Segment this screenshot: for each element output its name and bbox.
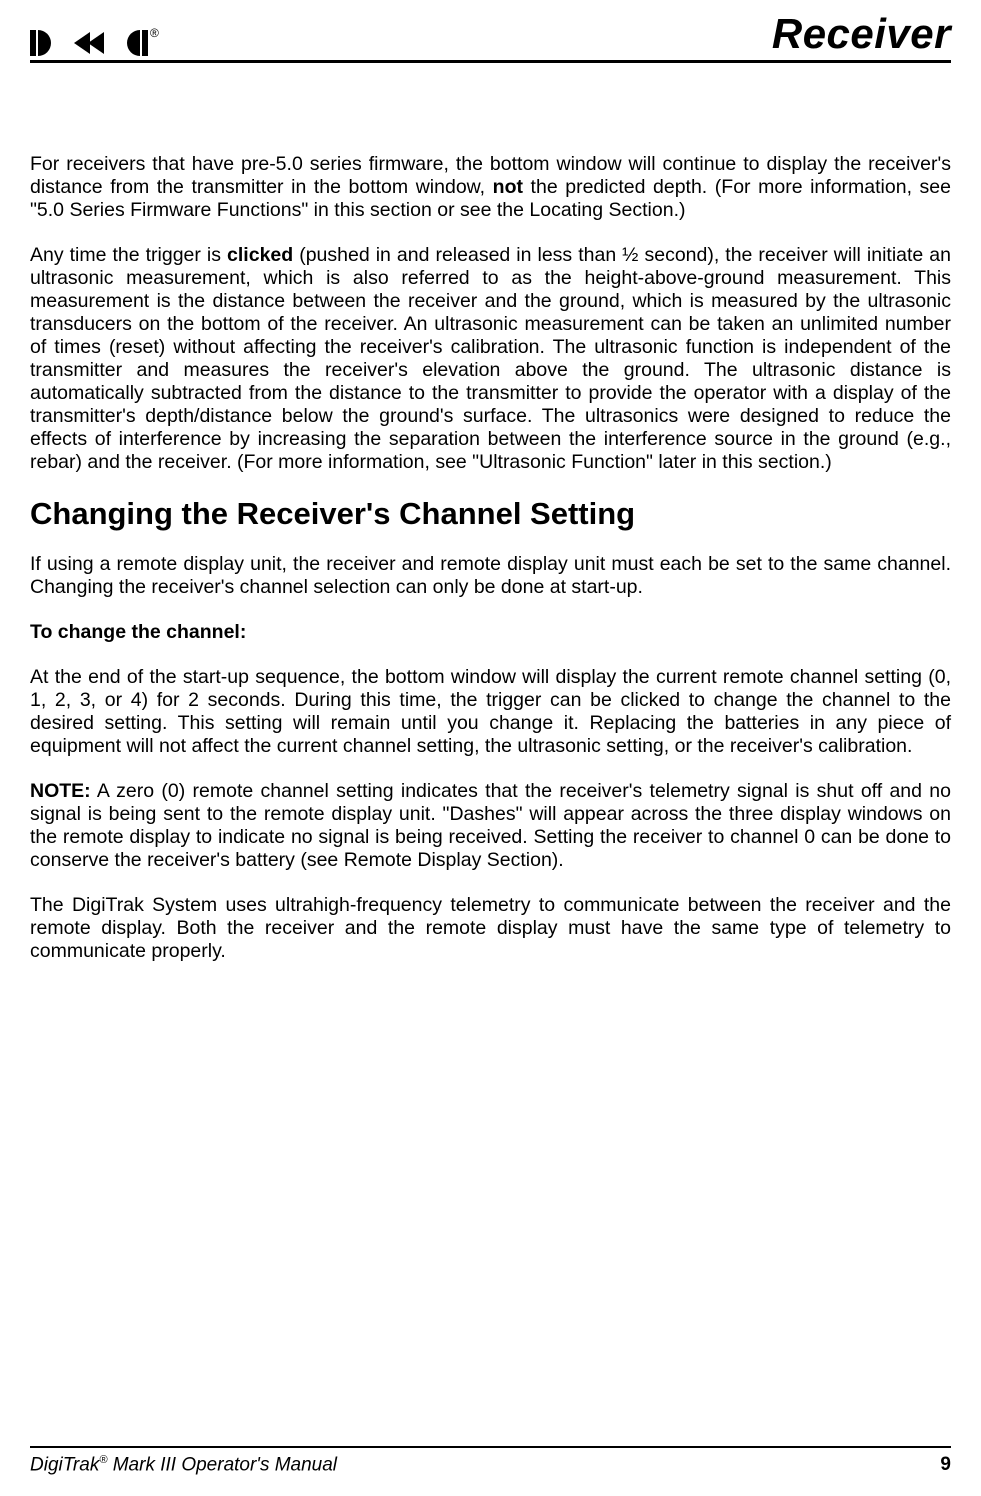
- text-bold-clicked: clicked: [227, 244, 293, 266]
- dci-logo-icon: [30, 28, 148, 58]
- paragraph-firmware: For receivers that have pre-5.0 series f…: [30, 153, 951, 222]
- footer-left: DigiTrak® Mark III Operator's Manual: [30, 1454, 337, 1476]
- footer-product: DigiTrak: [30, 1454, 99, 1475]
- footer-manual: Mark III Operator's Manual: [107, 1454, 337, 1475]
- paragraph-digitrak-telemetry: The DigiTrak System uses ultrahigh-frequ…: [30, 894, 951, 963]
- paragraph-note: NOTE: A zero (0) remote channel setting …: [30, 780, 951, 872]
- text: Any time the trigger is: [30, 244, 227, 266]
- subheading-to-change: To change the channel:: [30, 621, 951, 644]
- text: A zero (0) remote channel setting indica…: [30, 780, 951, 871]
- registered-mark: ®: [150, 26, 159, 40]
- page: ® Receiver For receivers that have pre-5…: [0, 0, 981, 1496]
- text: (pushed in and released in less than ½ s…: [30, 244, 951, 473]
- page-header: ® Receiver: [30, 10, 951, 63]
- paragraph-remote-display: If using a remote display unit, the rece…: [30, 553, 951, 599]
- content-body: For receivers that have pre-5.0 series f…: [30, 63, 951, 963]
- dci-logo: ®: [30, 28, 159, 58]
- paragraph-trigger: Any time the trigger is clicked (pushed …: [30, 244, 951, 474]
- text-bold-note: NOTE:: [30, 780, 91, 802]
- page-number: 9: [940, 1454, 951, 1476]
- text-bold-not: not: [493, 176, 523, 198]
- paragraph-startup-sequence: At the end of the start-up sequence, the…: [30, 666, 951, 758]
- heading-changing-channel: Changing the Receiver's Channel Setting: [30, 496, 951, 533]
- page-footer: DigiTrak® Mark III Operator's Manual 9: [30, 1446, 951, 1476]
- section-title: Receiver: [772, 10, 951, 58]
